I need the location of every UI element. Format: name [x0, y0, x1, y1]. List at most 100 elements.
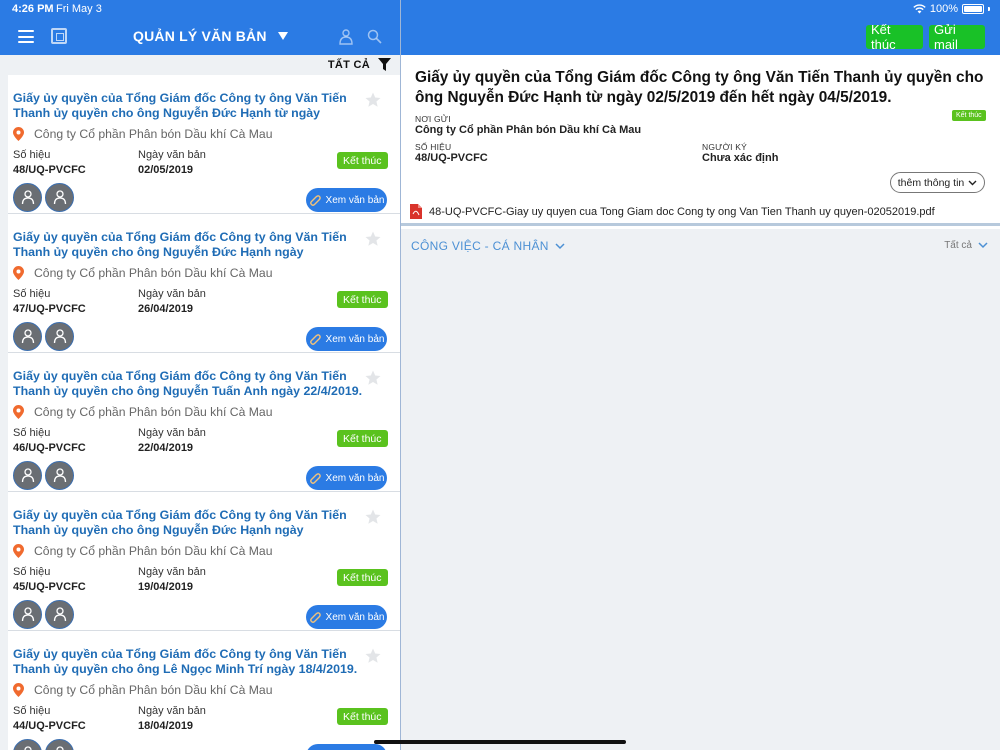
avatar[interactable]	[45, 322, 74, 351]
organization-row: Công ty Cổ phần Phân bón Dầu khí Cà Mau	[13, 405, 272, 419]
work-area: CÔNG VIỆC - CÁ NHÂN Tất cả	[401, 229, 1000, 750]
person-icon	[53, 468, 67, 483]
organization-row: Công ty Cổ phần Phân bón Dầu khí Cà Mau	[13, 544, 272, 558]
document-list-item[interactable]: Giấy ủy quyền của Tổng Giám đốc Công ty …	[8, 214, 400, 353]
work-section-selector[interactable]: CÔNG VIỆC - CÁ NHÂN	[411, 239, 565, 253]
sender-value: Công ty Cổ phần Phân bón Dầu khí Cà Mau	[415, 124, 642, 136]
nav-left: QUẢN LÝ VĂN BẢN	[0, 18, 400, 55]
document-title[interactable]: Giấy ủy quyền của Tổng Giám đốc Công ty …	[13, 91, 365, 121]
avatar[interactable]	[13, 600, 42, 629]
person-icon	[53, 329, 67, 344]
date-label: Ngày văn bản	[138, 288, 206, 300]
star-icon[interactable]	[364, 647, 382, 665]
status-badge: Kết thúc	[337, 152, 388, 169]
paperclip-icon	[309, 473, 321, 484]
view-document-label: Xem văn bản	[325, 472, 385, 484]
view-document-button[interactable]: Xem văn bản	[306, 188, 387, 212]
detail-title: Giấy ủy quyền của Tổng Giám đốc Công ty …	[415, 69, 984, 106]
paperclip-icon	[309, 334, 321, 345]
organization-name: Công ty Cổ phần Phân bón Dầu khí Cà Mau	[34, 405, 273, 419]
menu-icon[interactable]	[18, 30, 34, 43]
module-selector[interactable]: QUẢN LÝ VĂN BẢN	[133, 28, 288, 44]
battery-percent: 100%	[929, 3, 958, 15]
more-info-button[interactable]: thêm thông tin	[890, 172, 985, 193]
date-value: 26/04/2019	[138, 303, 194, 315]
document-list-item[interactable]: Giấy ủy quyền của Tổng Giám đốc Công ty …	[8, 75, 400, 214]
date-value: 18/04/2019	[138, 720, 194, 732]
status-right: 100%	[913, 3, 990, 15]
organization-name: Công ty Cổ phần Phân bón Dầu khí Cà Mau	[34, 544, 273, 558]
view-document-button[interactable]: Xem văn bản	[306, 605, 387, 629]
view-document-button[interactable]: Xem văn bản	[306, 327, 387, 351]
pdf-file-icon	[410, 204, 422, 219]
avatar[interactable]	[13, 461, 42, 490]
date-label: Ngày văn bản	[138, 566, 206, 578]
status-badge: Kết thúc	[337, 708, 388, 725]
document-list-item[interactable]: Giấy ủy quyền của Tổng Giám đốc Công ty …	[8, 492, 400, 631]
sender-label: NƠI GỬI	[415, 114, 451, 124]
document-title[interactable]: Giấy ủy quyền của Tổng Giám đốc Công ty …	[13, 230, 365, 260]
work-filter-selector[interactable]: Tất cả	[944, 240, 988, 251]
signer-label: NGƯỜI KÝ	[702, 142, 747, 152]
location-pin-icon	[13, 544, 24, 558]
chevron-down-icon	[978, 242, 988, 249]
document-title[interactable]: Giấy ủy quyền của Tổng Giám đốc Công ty …	[13, 508, 365, 538]
date-value: 22/04/2019	[138, 442, 194, 454]
organization-row: Công ty Cổ phần Phân bón Dầu khí Cà Mau	[13, 266, 272, 280]
battery-icon	[962, 4, 984, 14]
location-pin-icon	[13, 127, 24, 141]
qr-scan-icon[interactable]	[51, 28, 67, 44]
chevron-down-icon	[555, 242, 565, 249]
so-hieu-label: Số hiệu	[13, 149, 51, 161]
so-hieu-value: 45/UQ-PVCFC	[13, 581, 86, 593]
star-icon[interactable]	[364, 508, 382, 526]
attachment-row[interactable]: 48-UQ-PVCFC-Giay uy quyen cua Tong Giam …	[401, 200, 1000, 226]
star-icon[interactable]	[364, 91, 382, 109]
date-value: 02/05/2019	[138, 164, 194, 176]
avatar[interactable]	[13, 322, 42, 351]
so-hieu-label: Số hiệu	[13, 427, 51, 439]
avatar[interactable]	[45, 600, 74, 629]
caret-down-icon	[277, 32, 288, 40]
location-pin-icon	[13, 405, 24, 419]
status-badge: Kết thúc	[337, 569, 388, 586]
avatar[interactable]	[45, 461, 74, 490]
person-icon	[21, 329, 35, 344]
person-icon	[53, 607, 67, 622]
person-icon	[21, 468, 35, 483]
star-icon[interactable]	[364, 369, 382, 387]
so-hieu-value: 46/UQ-PVCFC	[13, 442, 86, 454]
search-icon[interactable]	[367, 29, 382, 44]
document-title[interactable]: Giấy ủy quyền của Tổng Giám đốc Công ty …	[13, 369, 365, 399]
document-list-item[interactable]: Giấy ủy quyền của Tổng Giám đốc Công ty …	[8, 353, 400, 492]
document-title[interactable]: Giấy ủy quyền của Tổng Giám đốc Công ty …	[13, 647, 365, 677]
view-document-label: Xem văn bản	[325, 333, 385, 345]
person-icon	[53, 190, 67, 205]
so-hieu-label: Số hiệu	[13, 288, 51, 300]
avatar[interactable]	[13, 183, 42, 212]
person-icon[interactable]	[339, 29, 353, 45]
so-hieu-value: 48/UQ-PVCFC	[13, 164, 86, 176]
location-pin-icon	[13, 266, 24, 280]
signer-value: Chưa xác định	[702, 152, 779, 164]
document-list-item[interactable]: Giấy ủy quyền của Tổng Giám đốc Công ty …	[8, 631, 400, 750]
view-document-button[interactable]: Xem văn bản	[306, 466, 387, 490]
paperclip-icon	[309, 195, 321, 206]
work-title: CÔNG VIỆC - CÁ NHÂN	[411, 239, 549, 253]
view-document-label: Xem văn bản	[325, 194, 385, 206]
avatar[interactable]	[45, 183, 74, 212]
filter-icon[interactable]	[378, 58, 391, 71]
star-icon[interactable]	[364, 230, 382, 248]
organization-row: Công ty Cổ phần Phân bón Dầu khí Cà Mau	[13, 127, 272, 141]
send-mail-button[interactable]: Gửi mail	[929, 22, 985, 52]
document-detail-pane: Giấy ủy quyền của Tổng Giám đốc Công ty …	[401, 55, 1000, 750]
date-label: Ngày văn bản	[138, 705, 206, 717]
more-info-label: thêm thông tin	[897, 176, 965, 189]
view-document-button[interactable]: Xem văn bản	[306, 744, 387, 750]
avatar[interactable]	[45, 739, 74, 750]
date-label: Ngày văn bản	[138, 427, 206, 439]
organization-name: Công ty Cổ phần Phân bón Dầu khí Cà Mau	[34, 127, 273, 141]
filter-all-label[interactable]: TẤT CẢ	[328, 59, 370, 71]
avatar[interactable]	[13, 739, 42, 750]
finish-button[interactable]: Kết thúc	[866, 22, 923, 52]
